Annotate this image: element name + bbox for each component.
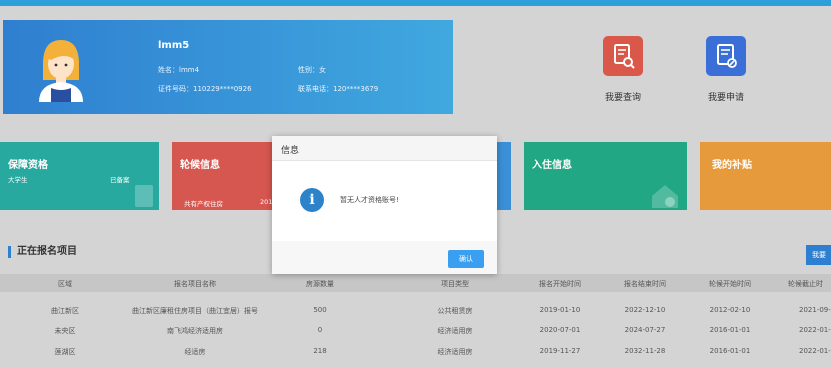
eligibility-type: 大学生 — [8, 176, 28, 184]
confirm-button[interactable]: 确认 — [448, 250, 484, 268]
subsidy-card[interactable]: 我的补贴 — [700, 142, 831, 210]
queue-title: 轮候信息 — [180, 160, 220, 171]
search-document-icon — [603, 36, 643, 76]
top-bar — [0, 0, 831, 6]
table-cell: 2020-07-01 — [539, 326, 581, 334]
table-cell: 218 — [313, 347, 327, 355]
table-row[interactable]: 莲湖区 经适房 218 经济适用房 2019-11-27 2032-11-28 … — [0, 343, 831, 361]
table-cell: 2022-12-10 — [624, 306, 666, 314]
table-cell: 2019-11-27 — [539, 347, 581, 355]
apply-label: 我要申请 — [707, 93, 744, 103]
info-dialog: 信息 i 暂无人才资格账号! 确认 — [272, 136, 497, 274]
table-cell: 2022-01-2 — [799, 347, 831, 355]
column-header: 区域 — [58, 280, 72, 288]
avatar — [39, 40, 83, 102]
apply-button[interactable]: 我要申请 — [681, 36, 771, 103]
eligibility-card[interactable]: 保障资格 大学生 已备案 — [0, 142, 159, 210]
table-cell: 曲江新区廉租住房项目（曲江宜居）报号 — [132, 307, 258, 315]
checkin-card[interactable]: 入住信息 — [524, 142, 687, 210]
checkin-title: 入住信息 — [532, 160, 572, 171]
dialog-header: 信息 — [272, 136, 497, 161]
edit-document-icon — [706, 36, 746, 76]
dialog-title: 信息 — [281, 146, 300, 156]
table-cell: 2019-01-10 — [539, 306, 581, 314]
query-button[interactable]: 我要查询 — [578, 36, 668, 103]
table-cell: 2024-07-27 — [624, 326, 666, 334]
profile-card: lmm5 姓名：lmm4 性别：女 证件号码：110229****0926 联系… — [3, 20, 453, 114]
table-header: 区域 报名项目名称 房源数量 项目类型 报名开始时间 报名结束时间 轮候开始时间… — [0, 274, 831, 292]
table-cell: 经济适用房 — [437, 348, 473, 356]
table-cell: 未央区 — [54, 327, 76, 335]
table-cell: 2016-01-01 — [709, 347, 751, 355]
column-header: 报名项目名称 — [174, 280, 216, 288]
eligibility-title: 保障资格 — [8, 160, 48, 171]
eligibility-status: 已备案 — [110, 176, 130, 184]
query-label: 我要查询 — [604, 93, 641, 103]
table-cell: 2032-11-28 — [624, 347, 666, 355]
queue-type: 共有产权住房 — [184, 200, 223, 208]
table-cell: 莲湖区 — [54, 348, 76, 356]
column-header: 轮候截止时 — [788, 280, 823, 288]
table-cell: 公共租赁房 — [437, 307, 473, 315]
table-row[interactable]: 曲江新区 曲江新区廉租住房项目（曲江宜居）报号 500 公共租赁房 2019-0… — [0, 302, 831, 320]
table-cell: 经济适用房 — [437, 327, 473, 335]
column-header: 项目类型 — [441, 280, 469, 288]
column-header: 报名开始时间 — [539, 280, 581, 288]
partial-card[interactable] — [497, 142, 511, 210]
id-number-label: 证件号码：110229****0926 — [158, 85, 252, 93]
column-header: 轮候开始时间 — [709, 280, 751, 288]
table-cell: 2021-09-1 — [799, 306, 831, 314]
house-key-icon — [652, 185, 678, 208]
document-icon — [135, 185, 153, 207]
section-title: 正在报名项目 — [8, 246, 77, 258]
table-cell: 2022-01-2 — [799, 326, 831, 334]
table-cell: 2012-02-10 — [709, 306, 751, 314]
column-header: 房源数量 — [306, 280, 334, 288]
table-cell: 2016-01-01 — [709, 326, 751, 334]
table-row[interactable]: 未央区 南飞鸿经济适用房 0 经济适用房 2020-07-01 2024-07-… — [0, 322, 831, 340]
info-icon: i — [300, 188, 324, 212]
table-cell: 南飞鸿经济适用房 — [167, 327, 223, 335]
subsidy-title: 我的补贴 — [712, 160, 752, 171]
queue-card[interactable]: 轮候信息 共有产权住房 2019 — [172, 142, 277, 210]
table-cell: 500 — [313, 306, 327, 314]
more-button[interactable]: 我要 — [806, 245, 831, 265]
table-cell: 0 — [317, 326, 323, 334]
name-label: 姓名：lmm4 — [158, 66, 200, 74]
dialog-message: 暂无人才资格账号! — [340, 196, 399, 204]
user-name: lmm5 — [158, 40, 190, 51]
table-cell: 曲江新区 — [51, 307, 79, 315]
table-cell: 经适房 — [184, 348, 206, 356]
gender-label: 性别：女 — [298, 66, 326, 74]
column-header: 报名结束时间 — [624, 280, 666, 288]
phone-label: 联系电话：120****3679 — [298, 85, 379, 93]
